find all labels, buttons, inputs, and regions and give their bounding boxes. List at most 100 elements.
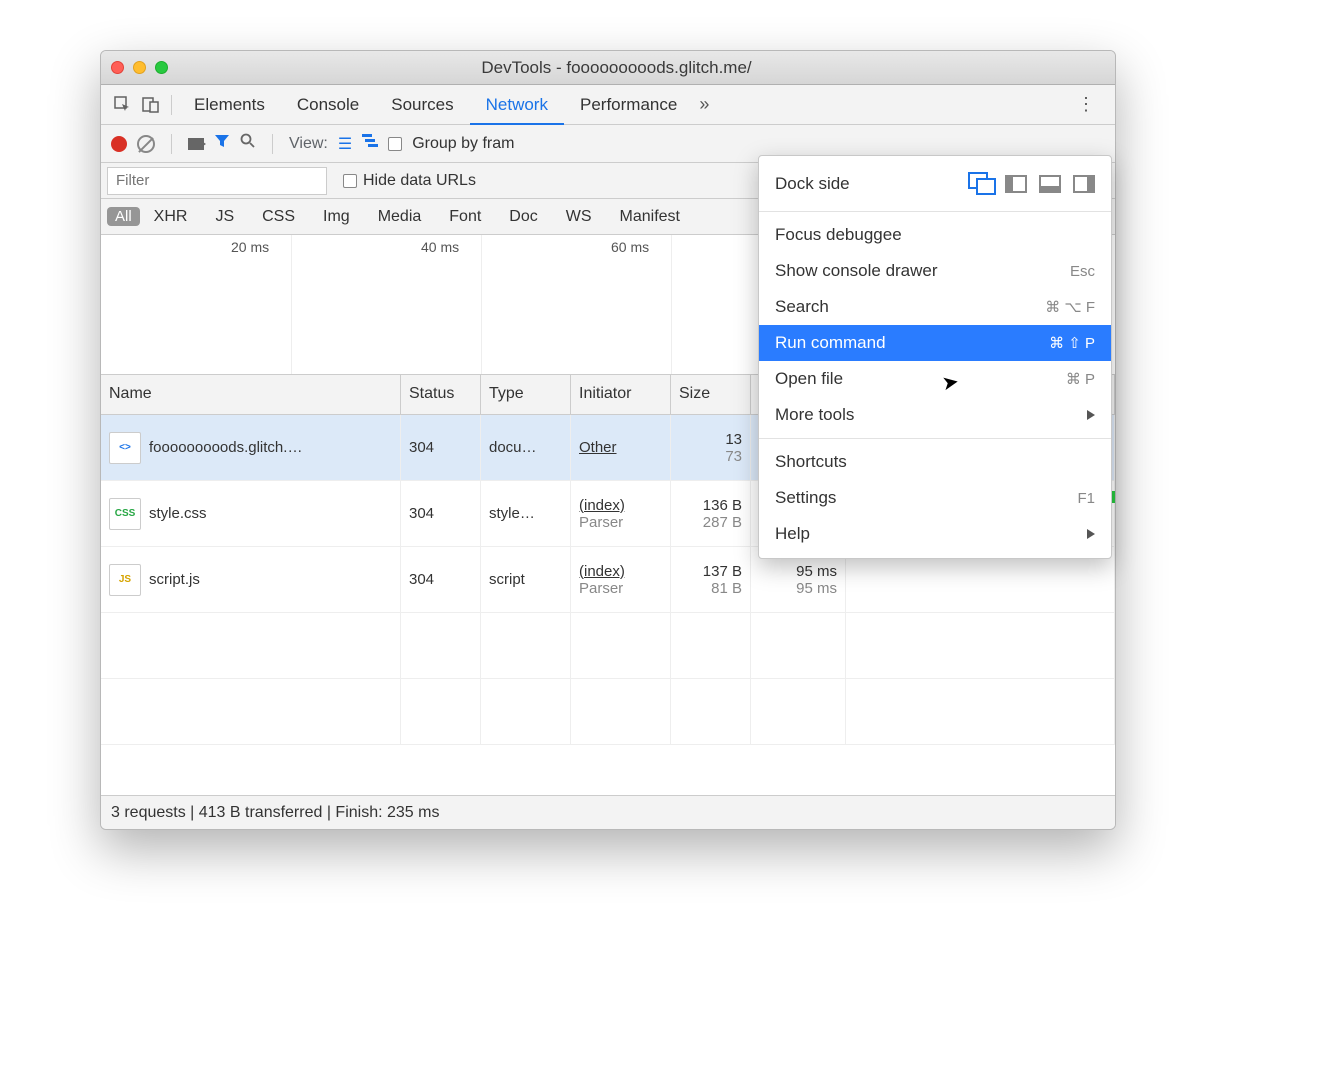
dock-bottom-icon[interactable] bbox=[1039, 175, 1061, 193]
request-type: docu… bbox=[481, 415, 571, 480]
menu-item-label: Search bbox=[775, 297, 1045, 317]
tab-sources[interactable]: Sources bbox=[375, 85, 469, 125]
tabs-overflow-icon[interactable]: » bbox=[699, 94, 709, 115]
table-row bbox=[101, 679, 1115, 745]
view-label: View: bbox=[289, 135, 328, 153]
device-toolbar-icon[interactable] bbox=[137, 91, 165, 119]
status-bar: 3 requests | 413 B transferred | Finish:… bbox=[101, 795, 1115, 829]
menu-item-focus-debuggee[interactable]: Focus debuggee bbox=[759, 217, 1111, 253]
menu-item-label: Help bbox=[775, 524, 1087, 544]
request-name: fooooooooods.glitch.… bbox=[149, 439, 302, 456]
menu-item-help[interactable]: Help bbox=[759, 516, 1111, 552]
dock-undock-icon[interactable] bbox=[971, 175, 993, 193]
type-filter-font[interactable]: Font bbox=[449, 208, 481, 226]
filter-input[interactable] bbox=[107, 167, 327, 195]
zoom-window-button[interactable] bbox=[155, 61, 168, 74]
request-size: 136 B287 B bbox=[671, 481, 751, 546]
devtools-menu-button[interactable]: ⋮ bbox=[1065, 94, 1107, 115]
menu-item-label: Run command bbox=[775, 333, 1049, 353]
table-row bbox=[101, 613, 1115, 679]
type-filter-media[interactable]: Media bbox=[378, 208, 422, 226]
screenshot-icon[interactable] bbox=[188, 138, 204, 150]
menu-item-label: More tools bbox=[775, 405, 1087, 425]
menu-item-search[interactable]: Search⌘ ⌥ F bbox=[759, 289, 1111, 325]
window-title: DevTools - fooooooooods.glitch.me/ bbox=[188, 58, 1045, 78]
minimize-window-button[interactable] bbox=[133, 61, 146, 74]
menu-item-label: Show console drawer bbox=[775, 261, 1070, 281]
timeline-tick: 20 ms bbox=[231, 239, 269, 255]
status-summary: 3 requests | 413 B transferred | Finish:… bbox=[111, 804, 439, 822]
tab-network[interactable]: Network bbox=[470, 85, 564, 125]
close-window-button[interactable] bbox=[111, 61, 124, 74]
menu-item-more-tools[interactable]: More tools bbox=[759, 397, 1111, 433]
request-initiator: (index)Parser bbox=[571, 547, 671, 612]
request-type: script bbox=[481, 547, 571, 612]
type-filter-ws[interactable]: WS bbox=[566, 208, 592, 226]
panel-tabs: ElementsConsoleSourcesNetworkPerformance… bbox=[101, 85, 1115, 125]
hide-data-urls-label: Hide data URLs bbox=[363, 172, 476, 190]
group-by-frame-checkbox[interactable] bbox=[388, 137, 402, 151]
file-type-icon: JS bbox=[109, 564, 141, 596]
type-filter-doc[interactable]: Doc bbox=[509, 208, 537, 226]
filter-toggle-icon[interactable] bbox=[214, 133, 230, 154]
group-by-frame-label: Group by fram bbox=[412, 135, 514, 153]
dock-left-icon[interactable] bbox=[1005, 175, 1027, 193]
request-size: 137 B81 B bbox=[671, 547, 751, 612]
timeline-tick: 40 ms bbox=[421, 239, 459, 255]
request-type: style… bbox=[481, 481, 571, 546]
request-status: 304 bbox=[401, 481, 481, 546]
type-filter-img[interactable]: Img bbox=[323, 208, 350, 226]
tab-elements[interactable]: Elements bbox=[178, 85, 281, 125]
menu-item-shortcut: Esc bbox=[1070, 263, 1095, 280]
type-filter-js[interactable]: JS bbox=[215, 208, 234, 226]
request-name: script.js bbox=[149, 571, 200, 588]
menu-item-shortcuts[interactable]: Shortcuts bbox=[759, 444, 1111, 480]
menu-item-settings[interactable]: SettingsF1 bbox=[759, 480, 1111, 516]
col-initiator[interactable]: Initiator bbox=[571, 375, 671, 414]
large-rows-icon[interactable]: ☰ bbox=[338, 134, 352, 154]
timeline-tick: 60 ms bbox=[611, 239, 649, 255]
menu-item-label: Open file bbox=[775, 369, 1066, 389]
menu-item-open-file[interactable]: Open file⌘ P bbox=[759, 361, 1111, 397]
menu-item-run-command[interactable]: Run command⌘ ⇧ P bbox=[759, 325, 1111, 361]
waterfall-icon[interactable] bbox=[362, 134, 378, 153]
menu-dock-side: Dock side bbox=[759, 162, 1111, 206]
menu-item-shortcut: F1 bbox=[1077, 490, 1095, 507]
clear-button[interactable] bbox=[137, 135, 155, 153]
menu-item-shortcut: ⌘ ⇧ P bbox=[1049, 334, 1095, 352]
devtools-main-menu: Dock side Focus debuggee Show console dra… bbox=[758, 155, 1112, 559]
inspect-element-icon[interactable] bbox=[109, 91, 137, 119]
record-button[interactable] bbox=[111, 136, 127, 152]
type-filter-manifest[interactable]: Manifest bbox=[620, 208, 680, 226]
type-filter-all[interactable]: All bbox=[107, 207, 140, 226]
request-size: 1373 bbox=[671, 415, 751, 480]
type-filter-xhr[interactable]: XHR bbox=[154, 208, 188, 226]
titlebar: DevTools - fooooooooods.glitch.me/ bbox=[101, 51, 1115, 85]
chevron-right-icon bbox=[1087, 410, 1095, 420]
tab-performance[interactable]: Performance bbox=[564, 85, 693, 125]
traffic-lights bbox=[111, 61, 168, 74]
col-size[interactable]: Size bbox=[671, 375, 751, 414]
request-name: style.css bbox=[149, 505, 207, 522]
menu-item-label: Shortcuts bbox=[775, 452, 1095, 472]
col-type[interactable]: Type bbox=[481, 375, 571, 414]
file-type-icon: CSS bbox=[109, 498, 141, 530]
request-status: 304 bbox=[401, 415, 481, 480]
request-status: 304 bbox=[401, 547, 481, 612]
chevron-right-icon bbox=[1087, 529, 1095, 539]
type-filter-css[interactable]: CSS bbox=[262, 208, 295, 226]
tab-console[interactable]: Console bbox=[281, 85, 375, 125]
menu-item-label: Settings bbox=[775, 488, 1077, 508]
dock-right-icon[interactable] bbox=[1073, 175, 1095, 193]
col-status[interactable]: Status bbox=[401, 375, 481, 414]
menu-item-shortcut: ⌘ P bbox=[1066, 370, 1095, 388]
file-type-icon: <> bbox=[109, 432, 141, 464]
col-name[interactable]: Name bbox=[101, 375, 401, 414]
hide-data-urls-checkbox[interactable] bbox=[343, 174, 357, 188]
dock-side-label: Dock side bbox=[775, 174, 971, 194]
menu-item-shortcut: ⌘ ⌥ F bbox=[1045, 298, 1095, 316]
search-icon[interactable] bbox=[240, 133, 256, 154]
menu-item-label: Focus debuggee bbox=[775, 225, 1095, 245]
request-initiator: (index)Parser bbox=[571, 481, 671, 546]
menu-item-show-console-drawer[interactable]: Show console drawerEsc bbox=[759, 253, 1111, 289]
